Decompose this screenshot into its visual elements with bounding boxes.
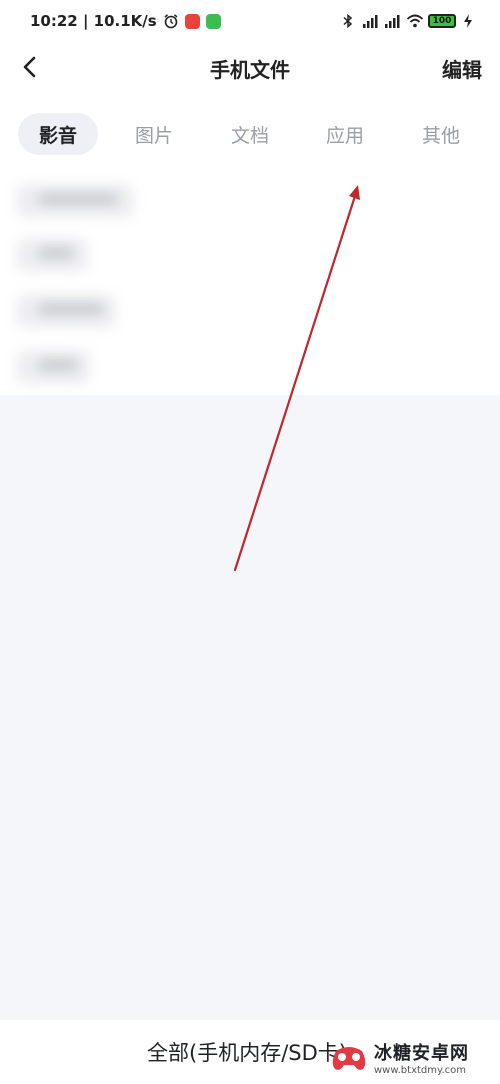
signal-icon [362,13,378,29]
list-item[interactable] [16,350,90,384]
bolt-icon [462,13,478,29]
notification-app-icon [205,13,221,29]
status-left: 10:22 | 10.1K/s [30,12,221,30]
edit-button[interactable]: 编辑 [442,54,482,83]
tab-other[interactable]: 其他 [401,113,481,155]
category-tabs: 影音 图片 文档 应用 其他 [0,108,500,160]
tab-apps[interactable]: 应用 [305,113,385,155]
watermark-name: 冰糖安卓网 [374,1042,469,1064]
list-item[interactable] [16,184,134,218]
navigation-bar: 手机文件 编辑 [0,42,500,94]
tab-media[interactable]: 影音 [18,113,98,155]
folder-list [0,172,185,394]
gamepad-logo-icon [332,1047,366,1070]
battery-indicator: 100 [428,14,456,28]
bluetooth-icon [340,13,356,29]
wifi-icon [406,13,424,29]
notification-app-icon [184,13,200,29]
status-bar: 10:22 | 10.1K/s 100 [0,0,500,42]
signal-icon [384,13,400,29]
watermark-url: www.btxtdmy.com [374,1064,467,1076]
tab-documents[interactable]: 文档 [210,113,290,155]
watermark: 冰糖安卓网 www.btxtdmy.com [330,1034,490,1080]
list-item[interactable] [16,238,88,272]
status-right: 100 [340,13,478,29]
page-title: 手机文件 [210,58,290,82]
tab-images[interactable]: 图片 [114,113,194,155]
list-item[interactable] [16,294,116,328]
status-time-speed: 10:22 | 10.1K/s [30,12,157,30]
alarm-icon [163,13,179,29]
storage-selector-label[interactable]: 全部(手机内存/SD卡) [147,1037,347,1067]
